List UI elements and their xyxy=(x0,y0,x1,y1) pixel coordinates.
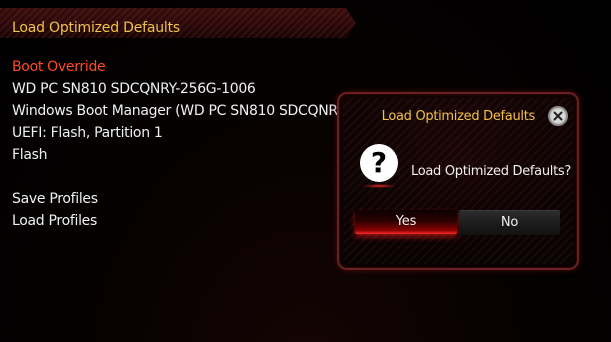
boot-item-uefi-flash[interactable]: UEFI: Flash, Partition 1 xyxy=(12,122,342,144)
boot-item-flash[interactable]: Flash xyxy=(12,144,342,166)
page-title: Load Optimized Defaults xyxy=(12,20,180,36)
boot-item-wd-ssd[interactable]: WD PC SN810 SDCQNRY-256G-1006 xyxy=(12,78,342,100)
boot-item-windows-boot-manager[interactable]: Windows Boot Manager (WD PC SN810 SDCQNR… xyxy=(12,100,342,122)
no-button[interactable]: No xyxy=(459,210,560,235)
dialog-title: Load Optimized Defaults xyxy=(381,109,536,124)
close-x-glyph xyxy=(553,111,563,121)
load-defaults-dialog: Load Optimized Defaults ? Load Optimized… xyxy=(337,92,579,270)
question-icon: ? xyxy=(360,144,398,188)
question-mark-glyph: ? xyxy=(370,146,388,179)
bios-screen: Load Optimized Defaults Boot Override WD… xyxy=(0,0,611,342)
boot-override-title: Boot Override xyxy=(12,59,106,75)
save-profiles-item[interactable]: Save Profiles xyxy=(12,188,342,210)
boot-menu: Boot Override WD PC SN810 SDCQNRY-256G-1… xyxy=(12,56,342,232)
dialog-message: Load Optimized Defaults? xyxy=(411,164,571,179)
close-icon[interactable] xyxy=(548,106,568,126)
yes-button[interactable]: Yes xyxy=(355,210,457,234)
header-bar: Load Optimized Defaults xyxy=(0,8,356,38)
load-profiles-item[interactable]: Load Profiles xyxy=(12,210,342,232)
